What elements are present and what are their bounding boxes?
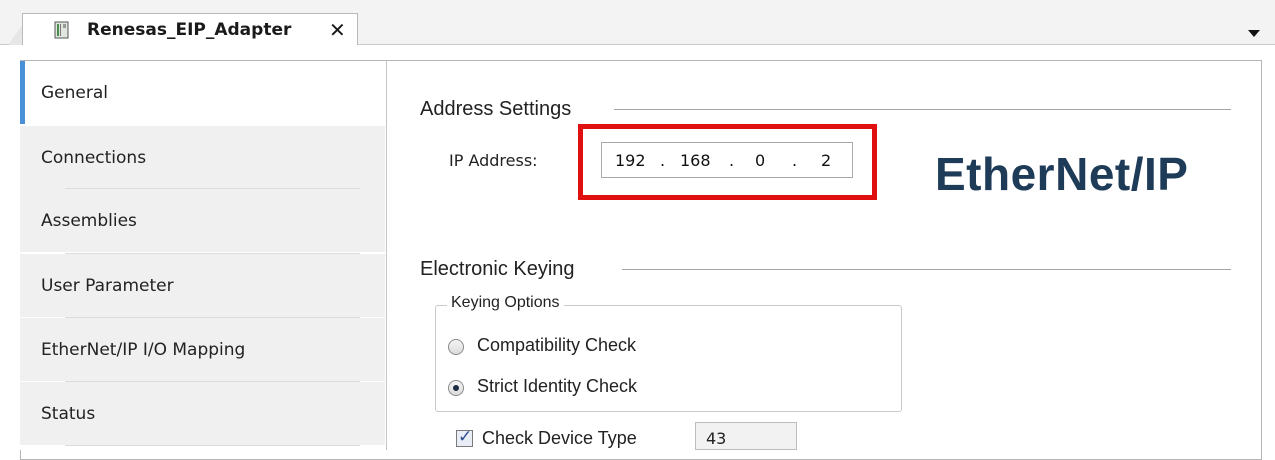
checkmark-icon: ✓ [458,427,473,447]
keying-options-title: Keying Options [447,294,564,312]
compatibility-check-radio[interactable] [448,339,464,355]
tab-list-dropdown-icon[interactable] [1248,30,1260,37]
logo-text: Net/IP [1055,148,1189,200]
device-icon [54,21,69,39]
electronic-keying-title: Electronic Keying [420,258,575,280]
ip-address-label: IP Address: [449,151,538,170]
sidebar-item-user-parameter[interactable]: User Parameter [20,254,385,317]
sidebar-item-label: Status [41,404,96,424]
tab-title: Renesas_EIP_Adapter [87,20,292,40]
sidebar-item-status[interactable]: Status [20,382,385,445]
ip-address-highlight-box [578,124,877,200]
device-type-value: 43 [706,429,727,448]
editor-tab-strip: Renesas_EIP_Adapter ✕ [0,0,1275,45]
sidebar: General Connections Assemblies User Para… [20,61,387,450]
sidebar-item-ethernetip-io-mapping[interactable]: EtherNet/IP I/O Mapping [20,318,385,381]
strict-identity-check-radio[interactable] [448,380,464,396]
close-icon[interactable]: ✕ [329,18,346,42]
strict-identity-check-label: Strict Identity Check [477,376,638,396]
sidebar-item-label: User Parameter [41,276,174,296]
compatibility-check-label: Compatibility Check [477,335,637,355]
sidebar-divider [65,445,360,446]
section-divider [622,269,1231,270]
sidebar-item-assemblies[interactable]: Assemblies [20,189,385,252]
sidebar-item-label: EtherNet/IP I/O Mapping [41,340,246,360]
sidebar-item-general[interactable]: General [20,61,385,124]
sidebar-item-label: Assemblies [41,211,137,231]
check-device-type-checkbox[interactable]: ✓ [456,427,473,447]
sidebar-item-label: Connections [41,148,147,168]
address-settings-title: Address Settings [420,98,572,120]
tab-renesas-eip-adapter[interactable]: Renesas_EIP_Adapter ✕ [22,13,358,45]
logo-text: Ether [935,148,1056,200]
check-device-type-label: Check Device Type [482,428,637,448]
ethernet-ip-logo: EtherNet/IP [935,147,1188,201]
section-divider [614,109,1231,110]
sidebar-item-connections[interactable]: Connections [20,126,385,189]
sidebar-item-label: General [41,83,108,103]
device-type-field[interactable]: 43 [695,422,797,450]
